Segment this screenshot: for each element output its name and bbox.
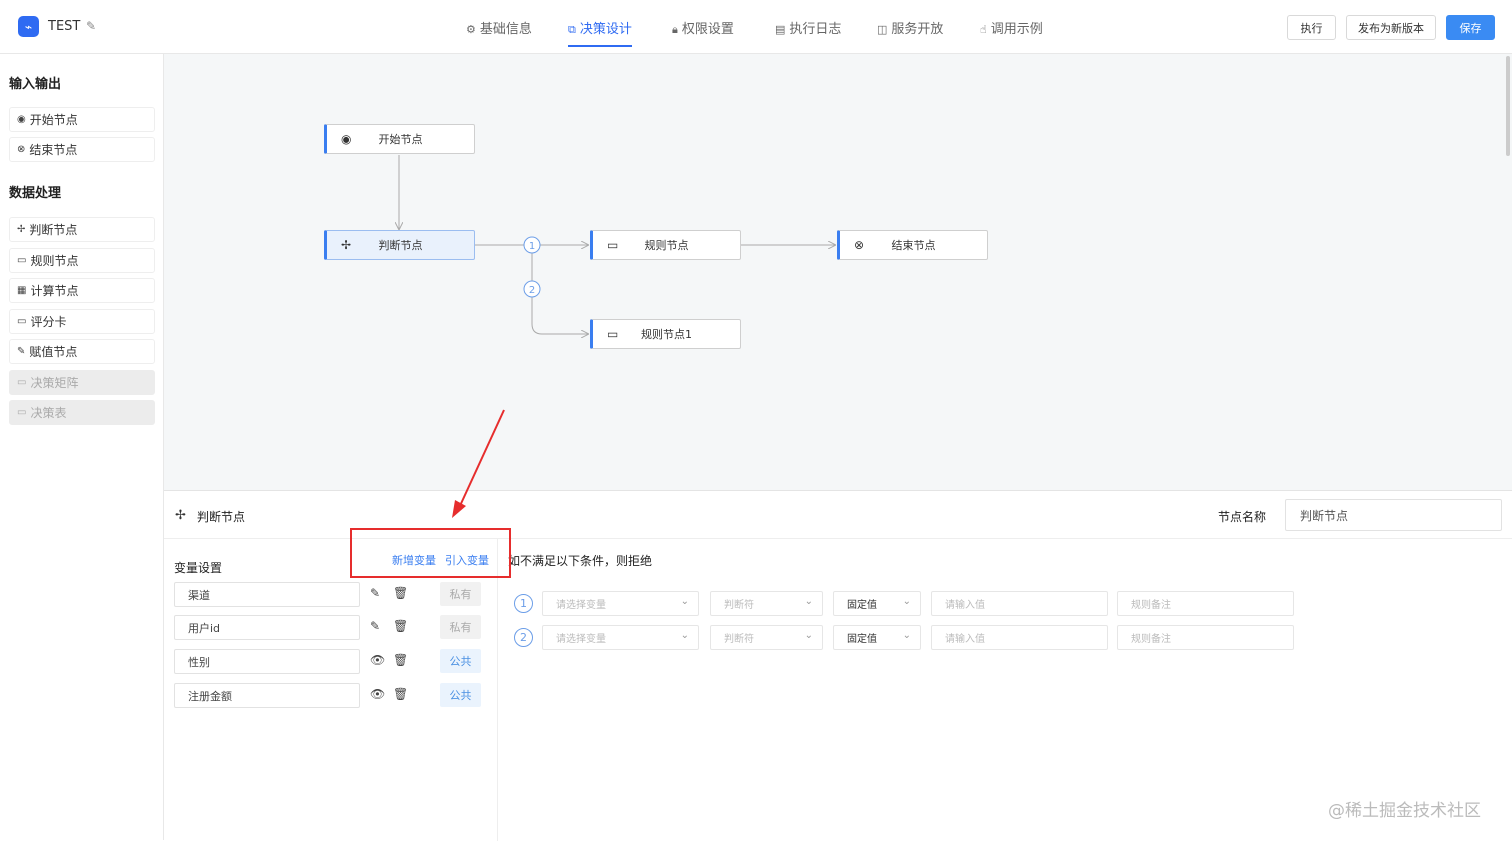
flow-node-judge[interactable]: ✢ 判断节点 [324,230,475,260]
variable-row: 渠道 ✎ 🗑︎ 私有 [174,582,489,607]
logo-icon: ⌁ [18,16,39,37]
edit-icon[interactable]: ✎ [370,586,380,600]
variable-name-input[interactable]: 用户id [174,615,360,640]
scope-badge[interactable]: 公共 [440,649,481,673]
document-icon: ▤ [775,23,786,36]
operator-select[interactable]: 判断符 ⌄ [710,591,823,616]
palette-scorecard[interactable]: ▭ 评分卡 [9,309,155,334]
flow-node-end[interactable]: ⊗ 结束节点 [837,230,988,260]
scope-badge[interactable]: 公共 [440,683,481,707]
condition-number: 1 [514,594,533,613]
value-type-select[interactable]: 固定值 ⌄ [833,591,921,616]
palette-start-node[interactable]: ◉ 开始节点 [9,107,155,132]
trash-icon[interactable]: 🗑︎ [393,687,408,701]
close-circle-icon: ⊗ [17,144,26,155]
chevron-down-icon: ⌄ [804,596,813,607]
panel-node-type: 判断节点 [197,510,246,524]
card-icon: ▭ [17,377,27,388]
variable-select[interactable]: 请选择变量 ⌄ [542,591,699,616]
condition-number: 2 [514,628,533,647]
value-input[interactable]: 请输入值 [931,625,1108,650]
flow-node-rule[interactable]: ▭ 规则节点 [590,230,741,260]
card-icon: ▭ [17,407,27,418]
design-icon: ⧉ [568,23,576,36]
palette-calc-node[interactable]: ▦ 计算节点 [9,278,155,303]
palette-rule-node[interactable]: ▭ 规则节点 [9,248,155,273]
remark-input[interactable]: 规则备注 [1117,591,1294,616]
branch-label-2: 2 [529,285,535,296]
value-input[interactable]: 请输入值 [931,591,1108,616]
move-icon: ✢ [175,508,186,523]
variable-settings: 变量设置 新增变量 引入变量 渠道 ✎ 🗑︎ 私有 用户id ✎ 🗑︎ 私有 性… [164,539,498,841]
variable-name-input[interactable]: 渠道 [174,582,360,607]
tab-service-open[interactable]: ◫ 服务开放 [877,18,943,47]
flow-canvas[interactable]: 1 2 ◉ 开始节点 ✢ 判断节点 ▭ 规则节点 ⊗ 结束节点 ▭ 规则节点1 [164,54,1512,490]
node-name-input[interactable]: 判断节点 [1285,499,1502,531]
eye-icon[interactable]: 👁︎ [370,687,385,701]
palette-judge-node[interactable]: ✢ 判断节点 [9,217,155,242]
run-button[interactable]: 执行 [1287,15,1336,40]
calculator-icon: ▦ [17,285,27,296]
flow-node-start[interactable]: ◉ 开始节点 [324,124,475,154]
book-icon: ◫ [877,23,888,36]
palette-decision-table: ▭ 决策表 [9,400,155,425]
branch-label-1: 1 [529,241,535,252]
edit-icon[interactable]: ✎ [86,19,96,33]
edit-icon[interactable]: ✎ [370,619,380,633]
gear-icon: ⚙ [466,23,476,36]
trash-icon[interactable]: 🗑︎ [393,586,408,600]
trash-icon[interactable]: 🗑︎ [393,619,408,633]
watermark: @稀土掘金技术社区 [1328,801,1481,821]
var-settings-title: 变量设置 [174,561,223,575]
palette-end-node[interactable]: ⊗ 结束节点 [9,137,155,162]
chevron-down-icon: ⌄ [902,630,911,641]
operator-select[interactable]: 判断符 ⌄ [710,625,823,650]
condition-title: 如不满足以下条件，则拒绝 [508,554,653,568]
tab-decision-design[interactable]: ⧉ 决策设计 [568,18,632,47]
variable-select[interactable]: 请选择变量 ⌄ [542,625,699,650]
node-name-label: 节点名称 [1218,510,1267,524]
palette-assign-node[interactable]: ✎ 赋值节点 [9,339,155,364]
card-icon: ▭ [17,316,27,327]
trash-icon[interactable]: 🗑︎ [393,653,408,667]
scope-badge[interactable]: 私有 [440,615,481,639]
variable-row: 注册金额 👁︎ 🗑︎ 公共 [174,683,489,708]
variable-row: 用户id ✎ 🗑︎ 私有 [174,615,489,640]
condition-row: 1 请选择变量 ⌄ 判断符 ⌄ 固定值 ⌄ 请输入值 规则备注 [514,591,1304,616]
hand-icon: ☝ [980,23,987,36]
move-icon: ✢ [17,224,26,235]
variable-name-input[interactable]: 注册金额 [174,683,360,708]
node-palette-sidebar: 输入输出 ◉ 开始节点 ⊗ 结束节点 数据处理 ✢ 判断节点 ▭ 规则节点 ▦ 计算节点 … [0,54,164,840]
variable-name-input[interactable]: 性别 [174,649,360,674]
play-circle-icon: ◉ [17,114,26,125]
card-icon: ▭ [17,255,27,266]
section-title-io: 输入输出 [9,77,62,92]
condition-row: 2 请选择变量 ⌄ 判断符 ⌄ 固定值 ⌄ 请输入值 规则备注 [514,625,1304,650]
save-button[interactable]: 保存 [1446,15,1495,40]
app-title: TEST [48,19,81,34]
chevron-down-icon: ⌄ [804,630,813,641]
flow-edges: 1 2 [164,155,1512,490]
flow-node-rule1[interactable]: ▭ 规则节点1 [590,319,741,349]
top-bar: ⌁ TEST ✎ ⚙ 基础信息 ⧉ 决策设计 🔒︎ 权限设置 ▤ 执行日志 ◫ 服务开放 … [0,0,1512,54]
chevron-down-icon: ⌄ [680,630,689,641]
eye-icon[interactable]: 👁︎ [370,653,385,667]
value-type-select[interactable]: 固定值 ⌄ [833,625,921,650]
tab-exec-log[interactable]: ▤ 执行日志 [775,18,841,47]
publish-button[interactable]: 发布为新版本 [1346,15,1436,40]
scope-badge[interactable]: 私有 [440,582,481,606]
annotation-highlight-box [350,528,511,578]
tab-permissions[interactable]: 🔒︎ 权限设置 [672,18,734,47]
palette-decision-matrix: ▭ 决策矩阵 [9,370,155,395]
variable-row: 性别 👁︎ 🗑︎ 公共 [174,649,489,674]
edit-icon: ✎ [17,346,26,357]
lock-icon: 🔒︎ [672,23,678,36]
chevron-down-icon: ⌄ [902,596,911,607]
section-title-data: 数据处理 [9,186,62,201]
chevron-down-icon: ⌄ [680,596,689,607]
tab-call-example[interactable]: ☝ 调用示例 [980,18,1043,47]
remark-input[interactable]: 规则备注 [1117,625,1294,650]
tab-basic-info[interactable]: ⚙ 基础信息 [466,18,532,47]
